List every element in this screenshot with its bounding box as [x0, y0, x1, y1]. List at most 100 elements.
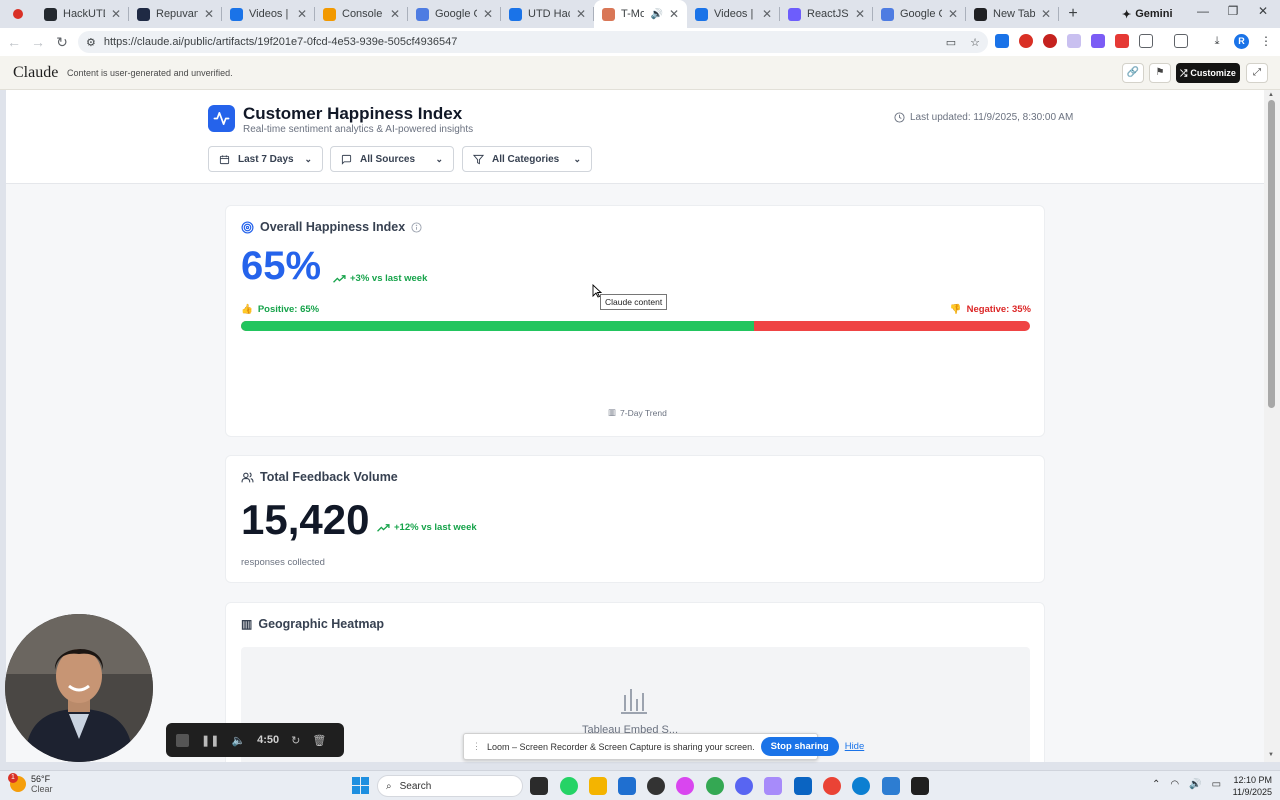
reload-button[interactable]: ↻ — [50, 34, 74, 51]
snipping-tool-icon[interactable] — [882, 777, 900, 795]
gemini-button[interactable]: ✦ Gemini — [1122, 4, 1173, 24]
extension-block-icon[interactable] — [1043, 34, 1057, 48]
file-explorer-icon[interactable] — [589, 777, 607, 795]
weather-widget[interactable]: 1 56°F Clear — [8, 773, 53, 794]
hide-banner-link[interactable]: Hide — [845, 741, 865, 752]
extension-quill-icon[interactable] — [1067, 34, 1081, 48]
trending-up-icon — [333, 274, 346, 283]
volume-trend: +12% vs last week — [377, 522, 477, 533]
pause-icon[interactable]: ❚❚ — [201, 734, 219, 747]
close-window-button[interactable]: ✕ — [1248, 4, 1278, 18]
browser-tab[interactable]: Videos | Libr ✕ — [222, 0, 315, 28]
browser-tab[interactable]: UTD Hack U ✕ — [501, 0, 594, 28]
browser-tab[interactable]: Console Hon ✕ — [315, 0, 408, 28]
scroll-thumb[interactable] — [1268, 100, 1275, 408]
page-scrollbar[interactable]: ▲ ▼ — [1264, 90, 1280, 762]
browser-tab[interactable]: ReactJS Onli ✕ — [780, 0, 873, 28]
seven-day-trend-link[interactable]: ▥ 7-Day Trend — [608, 407, 667, 418]
chevron-up-icon[interactable]: ⌃ — [1152, 779, 1160, 790]
minimize-button[interactable]: — — [1188, 4, 1218, 18]
windows-start-icon[interactable] — [352, 777, 369, 794]
site-info-icon[interactable]: ⚙ — [86, 36, 96, 49]
outlook-icon[interactable] — [794, 777, 812, 795]
customize-button[interactable]: ⤮ Customize — [1176, 63, 1240, 83]
tab-label: Google Gem — [900, 8, 942, 20]
browser-tab[interactable]: Videos | Libr ✕ — [687, 0, 780, 28]
whatsapp-icon[interactable] — [560, 777, 578, 795]
new-tab-button[interactable]: + — [1059, 5, 1087, 23]
terminal-icon[interactable] — [911, 777, 929, 795]
mute-icon[interactable]: 🔈 — [231, 734, 245, 747]
back-button[interactable]: ← — [2, 34, 26, 50]
install-app-icon[interactable]: ▭ — [946, 36, 956, 49]
copilot-icon[interactable] — [676, 777, 694, 795]
chrome-profile-icon[interactable] — [823, 777, 841, 795]
maximize-button[interactable]: ❐ — [1218, 4, 1248, 18]
date-range-filter[interactable]: Last 7 Days ⌄ — [208, 146, 323, 172]
tab-close-icon[interactable]: ✕ — [1041, 7, 1051, 21]
dell-icon[interactable] — [647, 777, 665, 795]
flag-icon[interactable]: ⚑ — [1149, 63, 1171, 83]
extension-a-icon[interactable] — [995, 34, 1009, 48]
store-icon[interactable] — [618, 777, 636, 795]
url-text[interactable]: https://claude.ai/public/artifacts/19f20… — [104, 36, 457, 48]
source-filter[interactable]: All Sources ⌄ — [330, 146, 454, 172]
tab-favicon-icon — [137, 7, 150, 21]
webcam-bubble[interactable] — [5, 614, 153, 762]
restart-icon[interactable]: ↻ — [291, 734, 300, 747]
tab-close-icon[interactable]: ✕ — [576, 7, 586, 21]
browser-tab[interactable]: T-Mobile 🔊 ✕ — [594, 0, 687, 28]
volume-icon[interactable]: 🔊 — [1189, 779, 1201, 790]
extension-video-icon[interactable] — [1115, 34, 1129, 48]
url-omnibox[interactable]: ⚙ https://claude.ai/public/artifacts/19f… — [78, 31, 988, 53]
forward-button[interactable]: → — [26, 34, 50, 50]
profile-avatar[interactable]: R — [1234, 34, 1249, 49]
tab-close-icon[interactable]: ✕ — [762, 7, 772, 21]
discord-icon[interactable] — [735, 777, 753, 795]
tab-close-icon[interactable]: ✕ — [483, 7, 493, 21]
tab-close-icon[interactable]: ✕ — [297, 7, 307, 21]
chrome-icon[interactable] — [706, 777, 724, 795]
expand-icon[interactable]: ⤢ — [1246, 63, 1268, 83]
tab-close-icon[interactable]: ✕ — [390, 7, 400, 21]
trash-icon[interactable]: 🗑 — [312, 734, 326, 747]
stop-sharing-button[interactable]: Stop sharing — [760, 737, 839, 756]
extensions-puzzle-icon[interactable] — [1139, 34, 1153, 48]
tab-close-icon[interactable]: ✕ — [204, 7, 214, 21]
browser-tab[interactable]: New Tab ✕ — [966, 0, 1059, 28]
extension-record-icon[interactable] — [1019, 34, 1033, 48]
link-icon[interactable]: 🔗 — [1122, 63, 1144, 83]
download-icon[interactable]: ⤓ — [1210, 34, 1224, 48]
tab-close-icon[interactable]: ✕ — [111, 7, 121, 21]
tab-close-icon[interactable]: ✕ — [669, 7, 679, 21]
taskbar-clock[interactable]: 12:10 PM 11/9/2025 — [1222, 774, 1272, 798]
scroll-up-arrow-icon[interactable]: ▲ — [1268, 92, 1274, 98]
category-filter[interactable]: All Categories ⌄ — [462, 146, 592, 172]
browser-tab[interactable]: Google Gem ✕ — [408, 0, 501, 28]
edge-icon[interactable] — [852, 777, 870, 795]
tab-close-icon[interactable]: ✕ — [948, 7, 958, 21]
wifi-icon[interactable]: ◠ — [1170, 779, 1179, 790]
tab-favicon-icon — [509, 7, 522, 21]
tab-favicon-icon — [602, 7, 615, 21]
bookmark-star-icon[interactable]: ☆ — [970, 36, 980, 49]
tab-close-icon[interactable]: ✕ — [855, 7, 865, 21]
drag-handle-icon[interactable]: ⋮ — [472, 741, 481, 752]
browser-tab[interactable]: Google Gem ✕ — [873, 0, 966, 28]
browser-menu-icon[interactable]: ⋮ — [1260, 34, 1274, 48]
figma-icon[interactable] — [764, 777, 782, 795]
happiness-trend: +3% vs last week — [333, 273, 427, 284]
taskbar-search[interactable]: ⌕ Search — [377, 775, 523, 797]
browser-tab[interactable]: HackUTD202 ✕ — [36, 0, 129, 28]
split-view-icon[interactable] — [1174, 34, 1188, 48]
browser-tab[interactable]: Repuvance | ✕ — [129, 0, 222, 28]
scroll-down-arrow-icon[interactable]: ▼ — [1268, 752, 1274, 758]
tab-audio-icon[interactable]: 🔊 — [650, 9, 662, 20]
info-icon[interactable] — [411, 221, 422, 233]
page-subtitle: Real-time sentiment analytics & AI-power… — [243, 124, 474, 135]
battery-icon[interactable]: ▭ — [1212, 779, 1221, 790]
stop-record-icon[interactable] — [176, 733, 189, 747]
task-view-icon[interactable] — [530, 777, 548, 795]
claude-logo[interactable]: Claude — [13, 64, 58, 82]
extension-bolt-icon[interactable] — [1091, 34, 1105, 48]
